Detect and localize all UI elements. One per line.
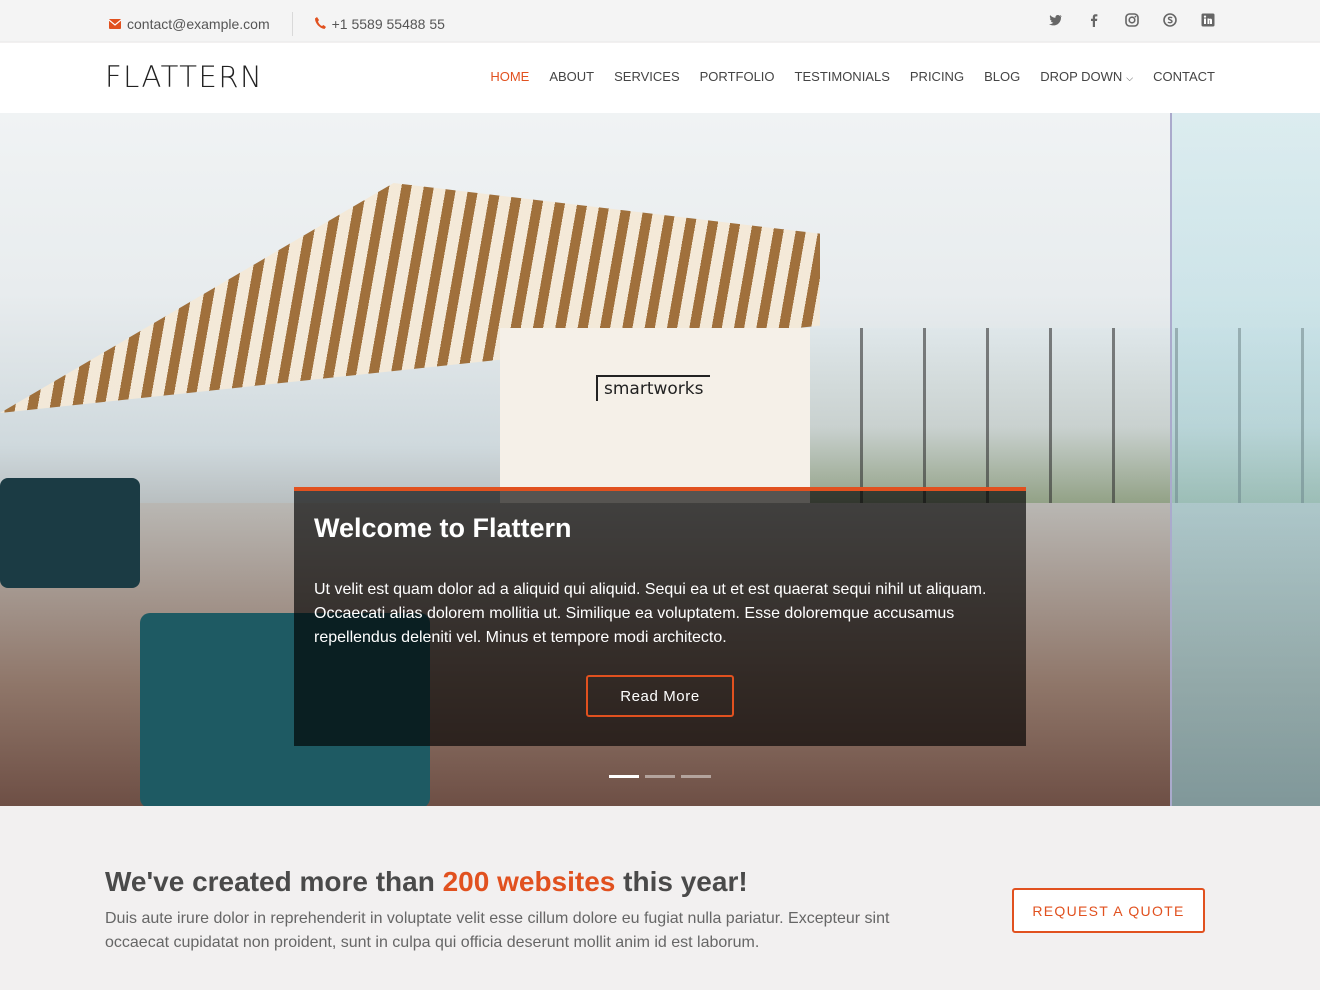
hero-text: Ut velit est quam dolor ad a aliquid qui… [314, 581, 987, 646]
hero-image-sofa-left [0, 478, 140, 588]
email-link[interactable]: contact@example.com [127, 16, 270, 32]
hero-image-glass [1170, 113, 1320, 806]
cta-text: Duis aute irure dolor in reprehenderit i… [105, 910, 890, 951]
instagram-icon[interactable] [1125, 13, 1139, 27]
nav-item-contact[interactable]: CONTACT [1153, 69, 1215, 84]
slider-dot-3[interactable] [681, 775, 711, 778]
cta-heading: We've created more than 200 websites thi… [105, 866, 748, 898]
read-more-button[interactable]: Read More [586, 675, 734, 717]
cta-heading-part2: this year! [615, 866, 748, 897]
nav-item-portfolio[interactable]: PORTFOLIO [700, 69, 775, 84]
request-quote-button[interactable]: REQUEST A QUOTE [1012, 888, 1205, 933]
skype-icon[interactable] [1163, 13, 1177, 27]
hero-image-sign: smartworks [596, 375, 710, 401]
hero-title: Welcome to Flattern [314, 513, 572, 543]
chevron-down-icon: ⌵ [1126, 73, 1134, 83]
site-logo[interactable]: FLATTERN [105, 60, 263, 94]
nav-item-home[interactable]: HOME [490, 69, 529, 84]
slider-dot-1[interactable] [609, 775, 639, 778]
hero-caption: Welcome to Flattern Ut velit est quam do… [294, 487, 1026, 746]
nav-item-pricing[interactable]: PRICING [910, 69, 964, 84]
cta-heading-highlight: 200 websites [442, 866, 616, 897]
cta-section: We've created more than 200 websites thi… [0, 806, 1320, 990]
site-header: FLATTERN HOME ABOUT SERVICES PORTFOLIO T… [0, 43, 1320, 113]
top-bar: contact@example.com +1 5589 55488 55 [0, 0, 1320, 42]
phone-icon [314, 16, 326, 32]
envelope-icon [108, 16, 122, 32]
nav-item-testimonials[interactable]: TESTIMONIALS [795, 69, 890, 84]
nav-item-dropdown-label: DROP DOWN [1040, 69, 1123, 84]
phone-link[interactable]: +1 5589 55488 55 [332, 16, 445, 32]
twitter-icon[interactable] [1049, 13, 1063, 27]
slider-indicators [609, 775, 711, 778]
slider-dot-2[interactable] [645, 775, 675, 778]
nav-item-dropdown[interactable]: DROP DOWN ⌵ [1040, 69, 1133, 84]
hero-slider: smartworks Welcome to Flattern Ut velit … [0, 113, 1320, 806]
contact-info: contact@example.com +1 5589 55488 55 [108, 12, 445, 36]
facebook-icon[interactable] [1087, 13, 1101, 27]
cta-heading-part1: We've created more than [105, 866, 443, 897]
linkedin-icon[interactable] [1201, 13, 1215, 27]
nav-item-services[interactable]: SERVICES [614, 69, 680, 84]
nav-item-about[interactable]: ABOUT [549, 69, 594, 84]
main-nav: HOME ABOUT SERVICES PORTFOLIO TESTIMONIA… [490, 69, 1215, 84]
social-links [1049, 13, 1215, 27]
nav-item-blog[interactable]: BLOG [984, 69, 1020, 84]
divider [291, 12, 293, 36]
